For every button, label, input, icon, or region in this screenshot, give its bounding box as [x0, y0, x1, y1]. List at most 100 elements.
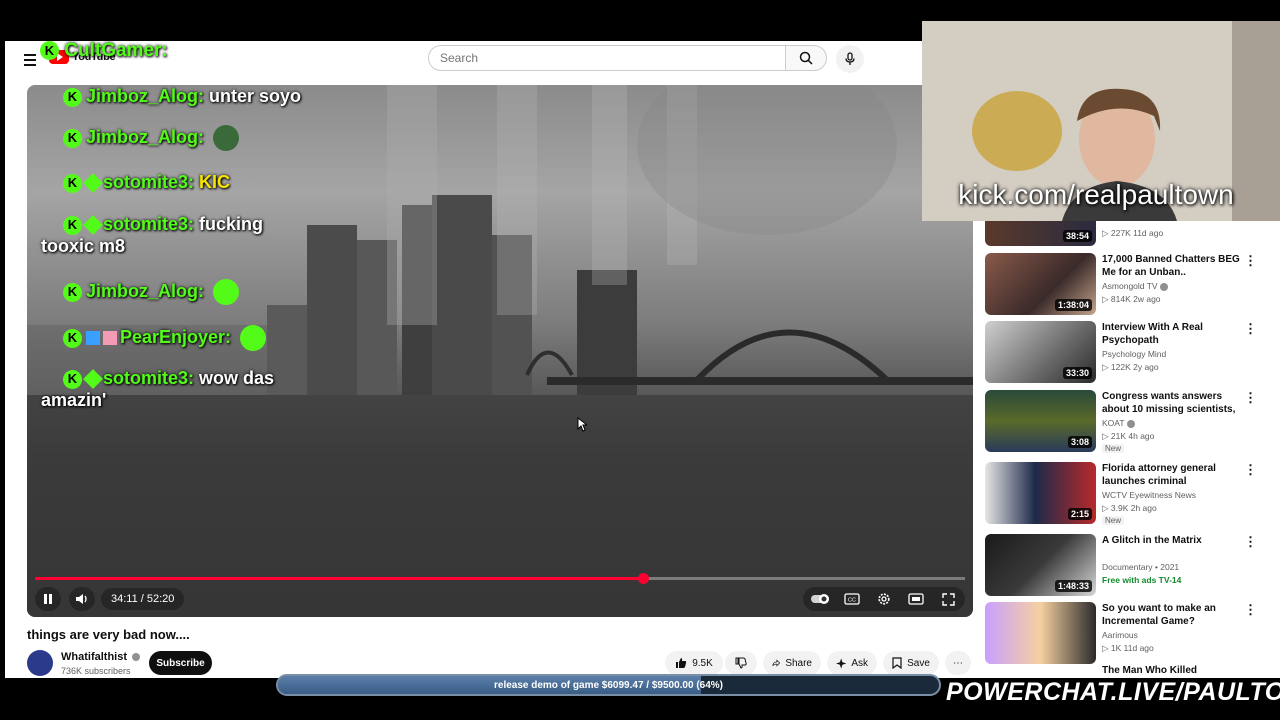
progress-scrubber[interactable] — [637, 573, 649, 584]
kick-badge-icon: K — [63, 215, 82, 235]
donation-goal-bar: release demo of game $6099.47 / $9500.00… — [276, 674, 941, 696]
pause-icon — [44, 594, 52, 604]
channel-name[interactable]: Whatifalthist — [61, 651, 141, 663]
search-button[interactable] — [785, 45, 827, 71]
more-options-icon[interactable]: ⋮ — [1244, 534, 1257, 550]
recommendation-channel[interactable]: Aarimous — [1102, 630, 1138, 640]
emote-icon — [240, 325, 267, 351]
more-options-icon[interactable]: ⋮ — [1244, 253, 1257, 269]
captions-button[interactable]: CC — [841, 588, 863, 610]
gear-icon — [878, 593, 890, 605]
more-icon: ⋯ — [953, 657, 963, 669]
gift-badge-icon — [103, 331, 117, 345]
video-thumbnail[interactable] — [985, 602, 1096, 664]
recommendation-title[interactable]: The Man Who Killed Hardcore — [1102, 664, 1240, 678]
pause-button[interactable] — [35, 587, 61, 611]
chat-message: Ksotomite3: KIC — [63, 171, 230, 194]
microphone-icon — [845, 52, 855, 65]
kick-badge-icon: K — [63, 282, 82, 302]
recommendation-title[interactable]: A Glitch in the Matrix — [1102, 534, 1240, 547]
recommendation-item[interactable]: 38:54 ▷ 227K 11d ago — [985, 212, 1265, 246]
video-thumbnail[interactable]: 1:48:33 — [985, 534, 1096, 596]
save-button[interactable]: Save — [883, 651, 939, 675]
thumbs-down-icon — [735, 657, 747, 669]
fullscreen-button[interactable] — [937, 588, 959, 610]
theater-mode-button[interactable] — [905, 588, 927, 610]
stream-frame: YouTube Search K Jimboz_Alog: unter soyo… — [0, 0, 1280, 720]
more-options-icon[interactable]: ⋮ — [1244, 321, 1257, 337]
recommendation-channel[interactable]: Psychology Mind — [1102, 349, 1166, 359]
sparkle-icon — [836, 657, 847, 669]
subscriber-count: 736K subscribers — [61, 666, 131, 676]
video-player[interactable]: K Jimboz_Alog: unter soyo K Jimboz_Alog: K… — [27, 85, 973, 617]
recommendation-title[interactable]: 17,000 Banned Chatters BEG Me for an Unb… — [1102, 253, 1240, 279]
menu-icon[interactable] — [19, 49, 41, 71]
new-badge: New — [1102, 444, 1125, 453]
more-options-icon[interactable]: ⋮ — [1244, 462, 1257, 478]
recommendation-item[interactable]: 33:30 Interview With A Real Psychopath P… — [985, 321, 1265, 385]
recommendation-item[interactable]: The Man Who Killed Hardcore — [985, 664, 1265, 678]
chat-message: K Jimboz_Alog: — [63, 279, 240, 305]
webcam-overlay: kick.com/realpaultown — [922, 21, 1280, 221]
subscribe-button[interactable]: Subscribe — [149, 651, 212, 675]
more-options-icon[interactable]: ⋮ — [1244, 602, 1257, 618]
sword-badge-icon — [86, 331, 100, 345]
recommendation-channel[interactable]: KOAT — [1102, 418, 1135, 428]
recommendation-channel[interactable]: Documentary • 2021 — [1102, 562, 1179, 572]
more-options-icon[interactable]: ⋮ — [1244, 390, 1257, 406]
like-button[interactable]: 9.5K — [665, 651, 723, 675]
chat-message: K Jimboz_Alog: — [63, 125, 240, 151]
settings-button[interactable] — [873, 588, 895, 610]
recommendation-item[interactable]: 1:48:33 A Glitch in the Matrix Documenta… — [985, 534, 1265, 598]
recommendation-item[interactable]: 1:38:04 17,000 Banned Chatters BEG Me fo… — [985, 253, 1265, 317]
video-thumbnail[interactable]: 1:38:04 — [985, 253, 1096, 315]
chat-message: K PearEnjoyer: — [63, 325, 267, 351]
verified-icon — [132, 653, 141, 662]
video-thumbnail[interactable]: 33:30 — [985, 321, 1096, 383]
video-frame-skyline — [27, 85, 973, 617]
kick-badge-icon: K — [40, 41, 59, 61]
progress-bar[interactable] — [35, 573, 965, 584]
sub-badge-icon — [83, 215, 103, 236]
recommendation-title[interactable]: Florida attorney general launches crimin… — [1102, 462, 1240, 488]
goal-text: release demo of game $6099.47 / $9500.00… — [493, 679, 724, 691]
recommendation-title[interactable]: Congress wants answers about 10 missing … — [1102, 390, 1240, 416]
more-actions-button[interactable]: ⋯ — [945, 651, 971, 675]
recommendation-item[interactable]: 2:15 Florida attorney general launches c… — [985, 462, 1265, 526]
recommendation-title[interactable]: Interview With A Real Psychopath — [1102, 321, 1240, 347]
share-button[interactable]: Share — [763, 651, 821, 675]
verified-icon — [1126, 419, 1135, 428]
ask-button[interactable]: Ask — [827, 651, 877, 675]
channel-avatar[interactable] — [27, 650, 53, 676]
kick-badge-icon: K — [63, 328, 82, 348]
volume-button[interactable] — [69, 587, 95, 611]
kick-badge-icon: K — [63, 128, 82, 148]
chat-message: Ksotomite3: fucking tooxic m8 — [41, 214, 264, 256]
recommendation-title[interactable]: So you want to make an Incremental Game? — [1102, 602, 1240, 628]
recommendation-channel[interactable]: WCTV Eyewitness News — [1102, 490, 1196, 500]
video-thumbnail[interactable]: 2:15 — [985, 462, 1096, 524]
kick-badge-icon: K — [63, 369, 82, 389]
time-display: 34:11 / 52:20 — [101, 588, 185, 610]
webcam-url-text: kick.com/realpaultown — [958, 179, 1234, 210]
chat-message: Ksotomite3: wow das amazin' — [41, 368, 275, 410]
volume-icon — [76, 594, 87, 604]
recommendation-item[interactable]: So you want to make an Incremental Game?… — [985, 602, 1265, 666]
recommendation-channel[interactable]: Asmongold TV — [1102, 281, 1168, 291]
bookmark-icon — [892, 657, 902, 669]
captions-icon: CC — [844, 593, 860, 605]
voice-search-button[interactable] — [836, 45, 864, 73]
search-input[interactable] — [440, 51, 785, 65]
new-badge: New — [1102, 516, 1125, 525]
theater-icon — [908, 593, 924, 605]
sub-badge-icon — [83, 173, 103, 194]
progress-played — [35, 577, 643, 580]
video-title: things are very bad now.... — [27, 627, 190, 642]
video-thumbnail[interactable]: 3:08 — [985, 390, 1096, 452]
autoplay-toggle[interactable] — [809, 588, 831, 610]
thumbs-up-icon — [676, 658, 687, 668]
svg-text:CC: CC — [848, 598, 856, 604]
search-box[interactable] — [428, 45, 786, 71]
dislike-button[interactable] — [725, 651, 757, 675]
recommendation-item[interactable]: 3:08 Congress wants answers about 10 mis… — [985, 390, 1265, 454]
